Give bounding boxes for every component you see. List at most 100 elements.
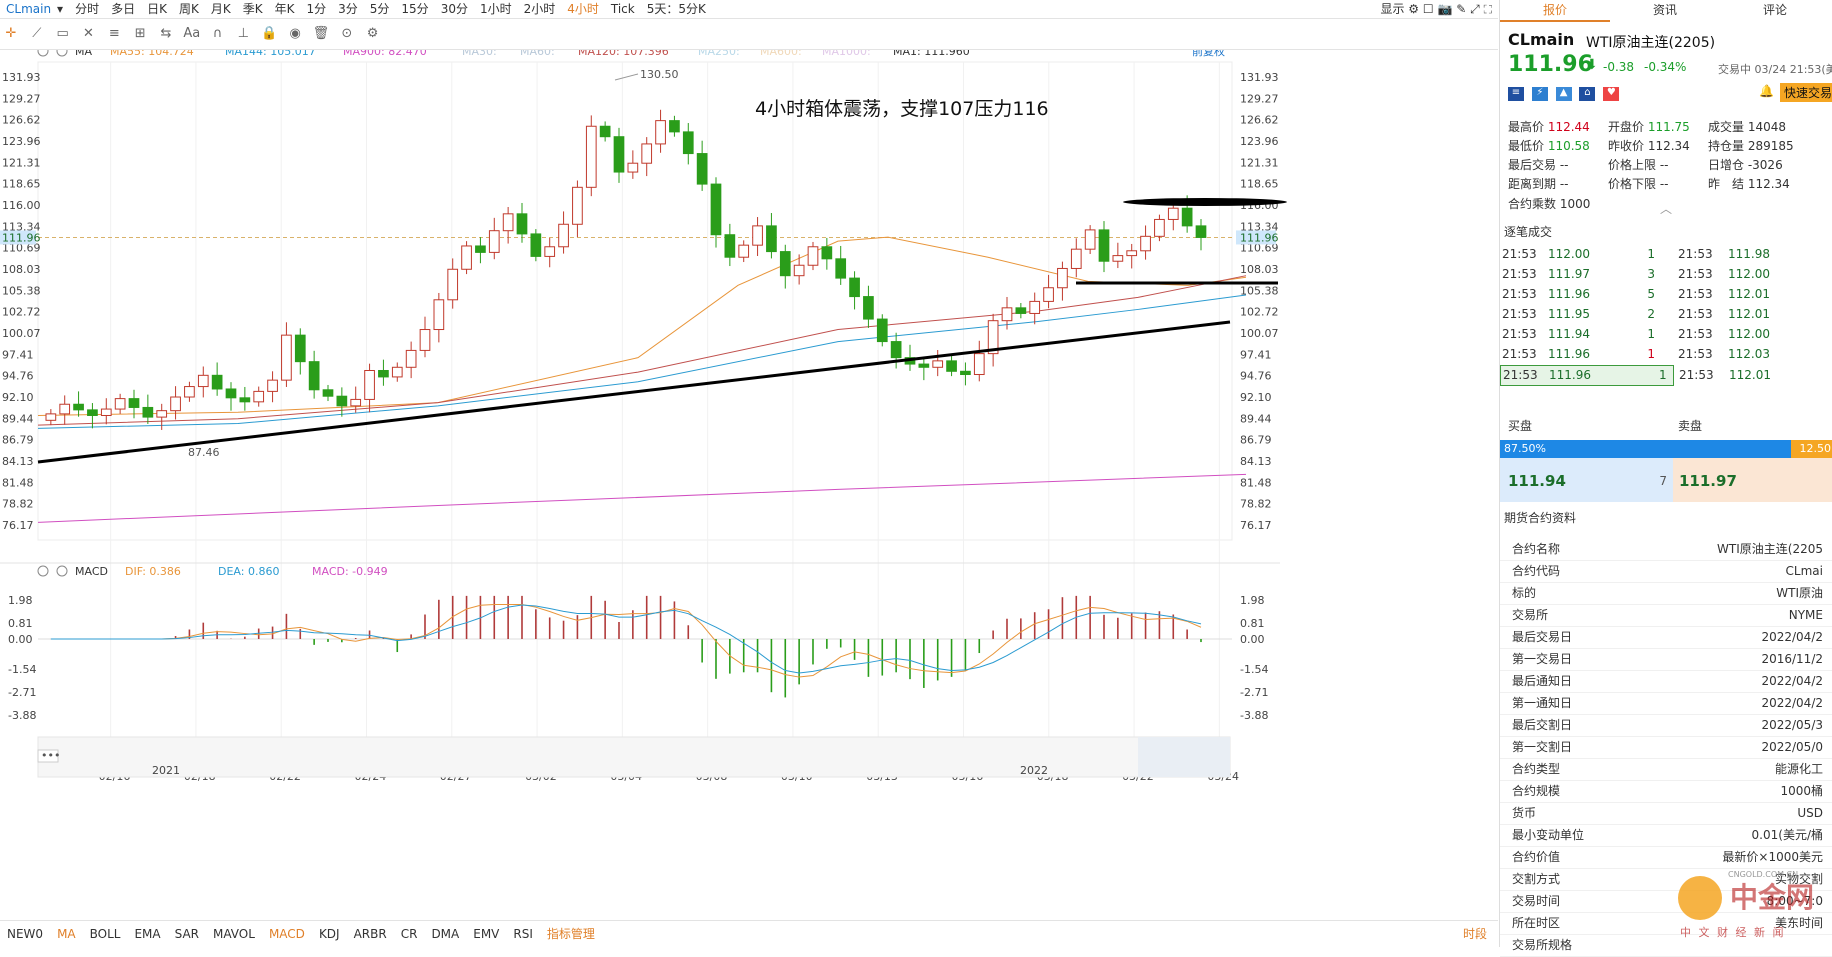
right-price-label-20: 78.82 (1240, 498, 1272, 511)
stat-value: 112.34 (1647, 139, 1690, 153)
tab-comments[interactable]: 评论 (1720, 0, 1830, 20)
arrow-tool-icon[interactable]: ⇆ (155, 23, 177, 45)
period-tab-1[interactable]: 多日 (105, 0, 141, 18)
square-icon[interactable]: ☐ (1423, 2, 1434, 16)
period-tab-11[interactable]: 30分 (435, 0, 474, 18)
left-price-label-3: 123.96 (2, 135, 41, 148)
indicator-tab-6[interactable]: MACD (262, 921, 312, 948)
macd-right-label-3: -1.54 (1240, 663, 1268, 676)
lines-tool-icon[interactable]: ≡ (103, 23, 125, 45)
period-tab-5[interactable]: 季K (237, 0, 269, 18)
stat-label: 最高价 (1508, 120, 1548, 134)
link-icon[interactable]: ⊙ (336, 23, 358, 45)
info-label: 合约价值 (1512, 850, 1561, 864)
indicator-tab-13[interactable]: 指标管理 (540, 921, 602, 948)
adjust-mode: 前复权 (1192, 50, 1225, 58)
line-tool-icon[interactable]: ⟋ (26, 23, 48, 45)
display-menu[interactable]: 显示 ⚙ ☐ 📷 ✎ ⤢ ⛶ (1380, 0, 1492, 18)
expand-icon[interactable]: ⛶ (1484, 2, 1492, 16)
ma-legend-item-5: MA120: 107.396 (578, 50, 669, 58)
period-tab-12[interactable]: 1小时 (474, 0, 518, 18)
tick-cell: 21:53 (1678, 287, 1713, 301)
tab-news[interactable]: 资讯 (1610, 0, 1720, 20)
cross-tool-icon[interactable]: ✕ (77, 23, 99, 45)
period-tab-15[interactable]: Tick (605, 0, 641, 18)
macd-legend-item-0: DIF: 0.386 (125, 565, 181, 578)
period-tab-8[interactable]: 3分 (332, 0, 364, 18)
period-tab-6[interactable]: 年K (269, 0, 301, 18)
info-value: 2022/04/2 (1761, 674, 1823, 688)
candle-body-27 (419, 329, 431, 351)
info-label: 最后通知日 (1512, 674, 1573, 688)
period-tab-0[interactable]: 分时 (69, 0, 105, 18)
tick-row: 21:53 111.95 2 21:53 112.01 (1500, 305, 1832, 324)
heart-icon[interactable]: ♥ (1603, 87, 1620, 101)
time-navigator[interactable] (37, 736, 1231, 778)
indicator-tab-9[interactable]: CR (394, 921, 425, 948)
ruler-icon[interactable]: ⊥ (232, 23, 254, 45)
indicator-tab-3[interactable]: EMA (127, 921, 167, 948)
rect-tool-icon[interactable]: ▭ (52, 23, 74, 45)
gear-icon[interactable]: ⚙ (1408, 2, 1419, 16)
period-tab-13[interactable]: 2小时 (518, 0, 562, 18)
info-value: WTI原油 (1776, 586, 1823, 600)
chart-area[interactable]: MA MA55: 104.724 MA144: 105.017 MA900: 82.4… (0, 44, 1498, 900)
info-label: 所在时区 (1512, 916, 1561, 930)
trash-icon[interactable]: 🗑 (310, 23, 332, 45)
period-tab-16[interactable]: 5天：5分K (641, 0, 712, 18)
ma-legend-item-2: MA900: 82.470 (343, 50, 427, 58)
lock-icon[interactable]: 🔒 (258, 23, 280, 45)
symbol-selector[interactable]: CLmain (0, 0, 57, 18)
ask-box[interactable]: 111.97 (1673, 458, 1832, 502)
bid-price: 111.94 (1508, 472, 1566, 490)
navigator-window[interactable] (1138, 737, 1230, 777)
eye-icon[interactable]: ◉ (284, 23, 306, 45)
gear-icon[interactable] (37, 45, 49, 57)
indicator-tab-8[interactable]: ARBR (347, 921, 394, 948)
quick-trade-button[interactable]: 快速交易 (1780, 83, 1832, 102)
bell-icon[interactable]: 🔔 (1759, 84, 1775, 100)
period-tab-2[interactable]: 日K (141, 0, 173, 18)
macd-close-icon[interactable] (56, 565, 68, 577)
candle-body-39 (585, 125, 597, 188)
indicator-tab-2[interactable]: BOLL (83, 921, 128, 948)
bid-box[interactable]: 111.94 7 (1500, 458, 1673, 502)
candle-body-31 (475, 245, 486, 253)
candle-body-78 (1126, 250, 1138, 257)
indicator-tab-4[interactable]: SAR (168, 921, 206, 948)
fib-tool-icon[interactable]: ⊞ (129, 23, 151, 45)
period-tab-10[interactable]: 15分 (395, 0, 434, 18)
stat-9: 距离到期 -- (1508, 175, 1569, 192)
period-tab-7[interactable]: 1分 (300, 0, 332, 18)
indicator-tab-11[interactable]: EMV (466, 921, 506, 948)
indicator-tab-10[interactable]: DMA (424, 921, 466, 948)
stat-label: 昨收价 (1608, 139, 1648, 153)
text-tool-icon[interactable]: Aa (181, 23, 203, 45)
macd-gear-icon[interactable] (37, 565, 49, 577)
tab-quote[interactable]: 报价 (1500, 0, 1610, 22)
period-tab-3[interactable]: 周K (173, 0, 205, 18)
collapse-icon[interactable]: ︿ (1660, 200, 1672, 217)
indicator-tab-7[interactable]: KDJ (312, 921, 347, 948)
left-price-label-21: 76.17 (2, 519, 34, 532)
close-icon[interactable] (56, 45, 68, 57)
indicator-tab-1[interactable]: MA (50, 921, 83, 948)
fullscreen-icon[interactable]: ⤢ (1470, 2, 1480, 16)
indicator-tab-12[interactable]: RSI (506, 921, 540, 948)
crosshair-icon[interactable]: ✛ (0, 23, 22, 45)
settings-icon[interactable]: ⚙ (362, 23, 384, 45)
magnet-icon[interactable]: ∩ (207, 23, 229, 45)
indicator-tab-5[interactable]: MAVOL (206, 921, 262, 948)
indicator-tab-0[interactable]: NEW0 (0, 921, 50, 948)
session-tab[interactable]: 时段 (1456, 921, 1494, 948)
period-tab-4[interactable]: 月K (205, 0, 237, 18)
period-tab-14[interactable]: 4小时 (561, 0, 605, 18)
chevron-down-icon[interactable]: ▾ (57, 0, 69, 18)
stat-0: 最高价 112.44 (1508, 118, 1590, 135)
info-row: 第一交易日 2016/11/2 (1500, 648, 1832, 671)
period-tab-9[interactable]: 5分 (364, 0, 396, 18)
display-label[interactable]: 显示 (1380, 2, 1404, 16)
camera-icon[interactable]: 📷 (1437, 2, 1452, 16)
pen-icon[interactable]: ✎ (1456, 2, 1466, 16)
kline-chart[interactable]: MA MA55: 104.724 MA144: 105.017 MA900: 82.4… (0, 44, 1498, 900)
